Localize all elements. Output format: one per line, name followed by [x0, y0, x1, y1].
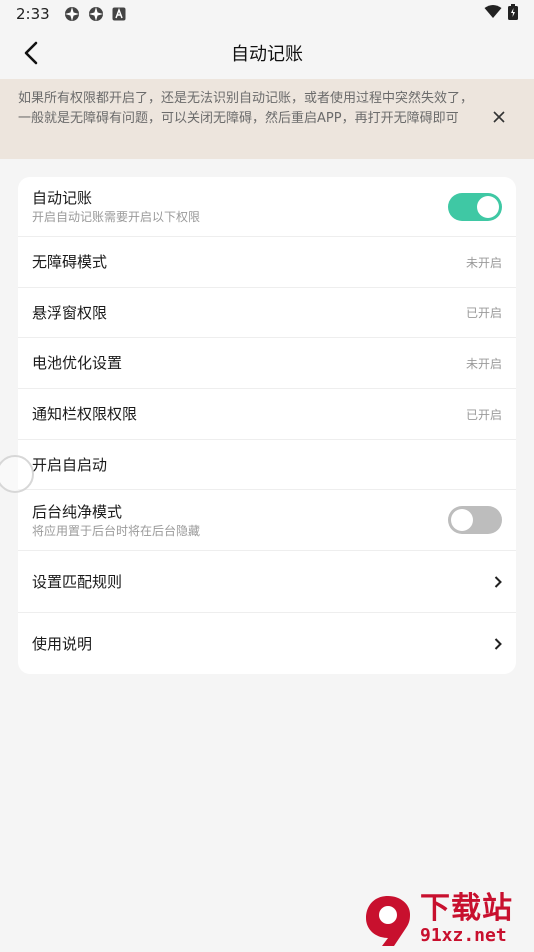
- floating-window-label: 悬浮窗权限: [32, 303, 108, 322]
- match-rules-row[interactable]: 设置匹配规则: [18, 551, 516, 613]
- background-clean-toggle[interactable]: [448, 506, 502, 534]
- notice-banner: 如果所有权限都开启了，还是无法识别自动记账，或者使用过程中突然失效了，一般就是无…: [0, 79, 534, 159]
- watermark: 下载站 91xz.net: [360, 890, 530, 950]
- accessibility-mode-status: 未开启: [465, 255, 502, 270]
- background-clean-row: 后台纯净模式 将应用置于后台时将在后台隐藏: [18, 490, 516, 551]
- accessibility-mode-row[interactable]: 无障碍模式 未开启: [18, 237, 516, 288]
- back-arrow-icon[interactable]: [18, 40, 44, 66]
- status-bar: 2:33: [0, 0, 534, 28]
- wifi-icon: [484, 5, 502, 23]
- app-bar: 自动记账: [0, 28, 534, 78]
- auto-start-row[interactable]: 开启自启动: [18, 440, 516, 490]
- floating-window-row[interactable]: 悬浮窗权限 已开启: [18, 288, 516, 338]
- battery-optimization-status: 未开启: [465, 356, 502, 371]
- usage-guide-label: 使用说明: [32, 634, 93, 653]
- pinwheel-icon: [64, 6, 80, 22]
- usage-guide-row[interactable]: 使用说明: [18, 613, 516, 674]
- accessibility-mode-label: 无障碍模式: [32, 253, 108, 271]
- auto-bookkeeping-row: 自动记账 开启自动记账需要开启以下权限: [18, 177, 516, 237]
- chevron-right-icon: [494, 575, 502, 588]
- pinwheel-icon: [88, 6, 104, 22]
- notification-permission-row[interactable]: 通知栏权限权限 已开启: [18, 389, 516, 440]
- notification-permission-status: 已开启: [465, 407, 502, 422]
- battery-icon: [508, 4, 518, 24]
- watermark-url: 91xz.net: [420, 925, 507, 946]
- auto-start-label: 开启自启动: [32, 455, 108, 474]
- chevron-right-icon: [494, 637, 502, 650]
- battery-optimization-row[interactable]: 电池优化设置 未开启: [18, 338, 516, 389]
- settings-card: 自动记账 开启自动记账需要开启以下权限 无障碍模式 未开启 悬浮窗权限 已开启 …: [18, 177, 516, 674]
- a-icon: [112, 7, 126, 21]
- battery-optimization-label: 电池优化设置: [32, 354, 123, 372]
- background-clean-label: 后台纯净模式: [32, 502, 123, 521]
- match-rules-label: 设置匹配规则: [32, 572, 123, 591]
- close-icon[interactable]: [490, 108, 508, 126]
- background-clean-sub: 将应用置于后台时将在后台隐藏: [32, 523, 201, 538]
- status-time: 2:33: [16, 5, 50, 23]
- page-title: 自动记账: [231, 44, 303, 65]
- auto-bookkeeping-label: 自动记账: [32, 189, 93, 207]
- notice-text: 如果所有权限都开启了，还是无法识别自动记账，或者使用过程中突然失效了，一般就是无…: [18, 91, 474, 126]
- floating-window-status: 已开启: [465, 306, 502, 320]
- notification-permission-label: 通知栏权限权限: [32, 405, 138, 423]
- watermark-title: 下载站: [420, 891, 513, 926]
- watermark-logo-icon: [360, 892, 416, 948]
- auto-bookkeeping-toggle[interactable]: [448, 192, 502, 221]
- auto-bookkeeping-sub: 开启自动记账需要开启以下权限: [32, 210, 201, 224]
